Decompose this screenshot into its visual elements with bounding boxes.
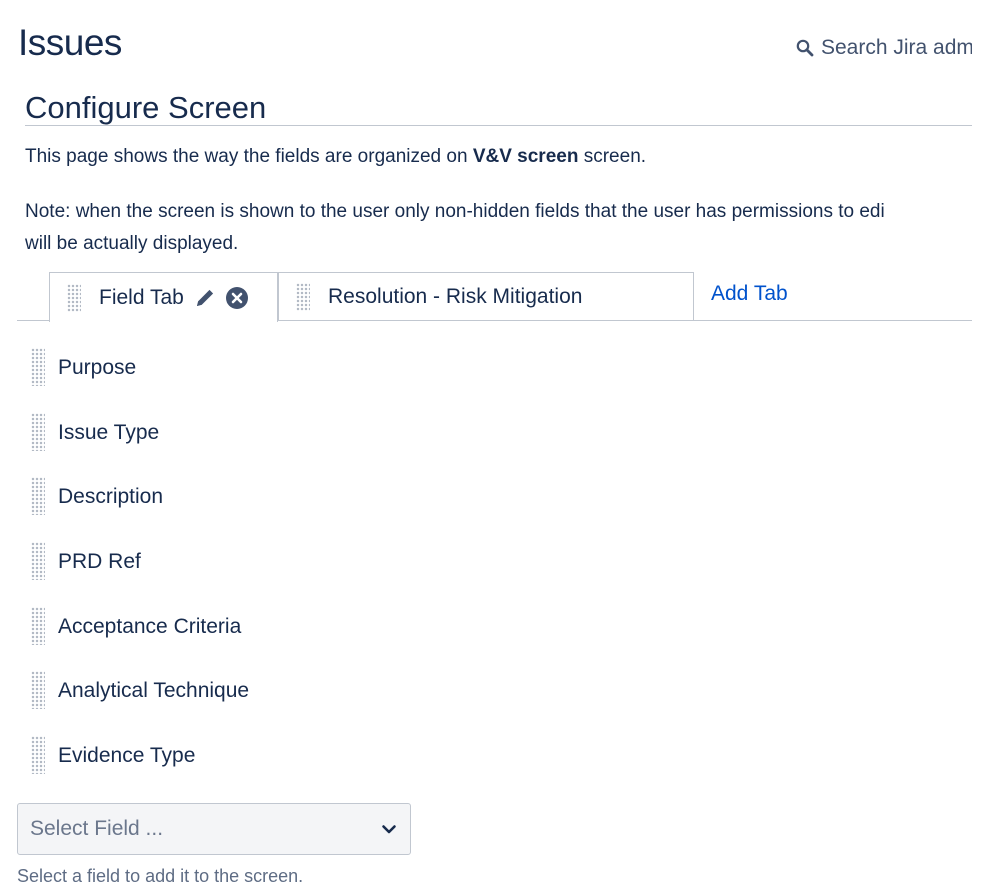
field-list: Purpose Issue Type Description PRD Ref A… <box>31 348 931 801</box>
drag-handle-icon[interactable] <box>31 542 45 581</box>
tab-field-tab[interactable]: Field Tab <box>49 272 278 322</box>
chevron-down-icon <box>382 825 396 834</box>
field-row[interactable]: Evidence Type <box>31 736 931 801</box>
page-title: Issues <box>18 22 122 63</box>
screen-description: This page shows the way the fields are o… <box>25 146 646 168</box>
description-suffix: screen. <box>578 146 647 167</box>
field-row[interactable]: Description <box>31 477 931 542</box>
title-divider <box>25 125 972 126</box>
add-tab-link[interactable]: Add Tab <box>711 282 788 306</box>
field-row[interactable]: PRD Ref <box>31 542 931 607</box>
field-row[interactable]: Acceptance Criteria <box>31 606 931 672</box>
field-row[interactable]: Issue Type <box>31 412 931 478</box>
field-label: Purpose <box>58 356 137 379</box>
screen-name: V&V screen <box>472 146 579 167</box>
select-field-hint: Select a field to add it to the screen. <box>17 866 304 886</box>
drag-handle-icon[interactable] <box>67 283 81 312</box>
pencil-icon[interactable] <box>194 287 216 309</box>
close-circle-icon[interactable] <box>225 286 249 310</box>
description-prefix: This page shows the way the fields are o… <box>25 146 473 167</box>
drag-handle-icon[interactable] <box>31 736 45 775</box>
section-title: Configure Screen <box>25 90 267 125</box>
drag-handle-icon[interactable] <box>31 477 45 516</box>
admin-search[interactable]: Search Jira adm <box>795 34 972 62</box>
field-row[interactable]: Purpose <box>31 348 931 413</box>
screen-note: Note: when the screen is shown to the us… <box>25 196 972 260</box>
search-icon <box>796 39 814 57</box>
select-field-dropdown[interactable]: Select Field ... <box>17 803 411 855</box>
drag-handle-icon[interactable] <box>31 606 45 645</box>
tab-label: Field Tab <box>99 285 184 309</box>
select-field-placeholder: Select Field ... <box>30 817 164 840</box>
search-text: Search Jira adm <box>821 36 972 59</box>
drag-handle-icon[interactable] <box>31 348 45 386</box>
field-label: Issue Type <box>58 420 160 444</box>
tab-resolution-risk-mitigation[interactable]: Resolution - Risk Mitigation <box>278 272 694 320</box>
field-label: Acceptance Criteria <box>58 614 242 638</box>
note-line-1: Note: when the screen is shown to the us… <box>25 201 885 222</box>
drag-handle-icon[interactable] <box>31 412 45 451</box>
field-row[interactable]: Analytical Technique <box>31 671 931 736</box>
field-label: Analytical Technique <box>58 679 250 703</box>
drag-handle-icon[interactable] <box>31 671 45 710</box>
field-label: PRD Ref <box>58 550 141 574</box>
drag-handle-icon[interactable] <box>296 282 310 311</box>
note-line-2: will be actually displayed. <box>25 233 239 254</box>
field-label: Description <box>58 485 164 509</box>
field-label: Evidence Type <box>58 744 196 768</box>
tab-label: Resolution - Risk Mitigation <box>328 284 583 308</box>
